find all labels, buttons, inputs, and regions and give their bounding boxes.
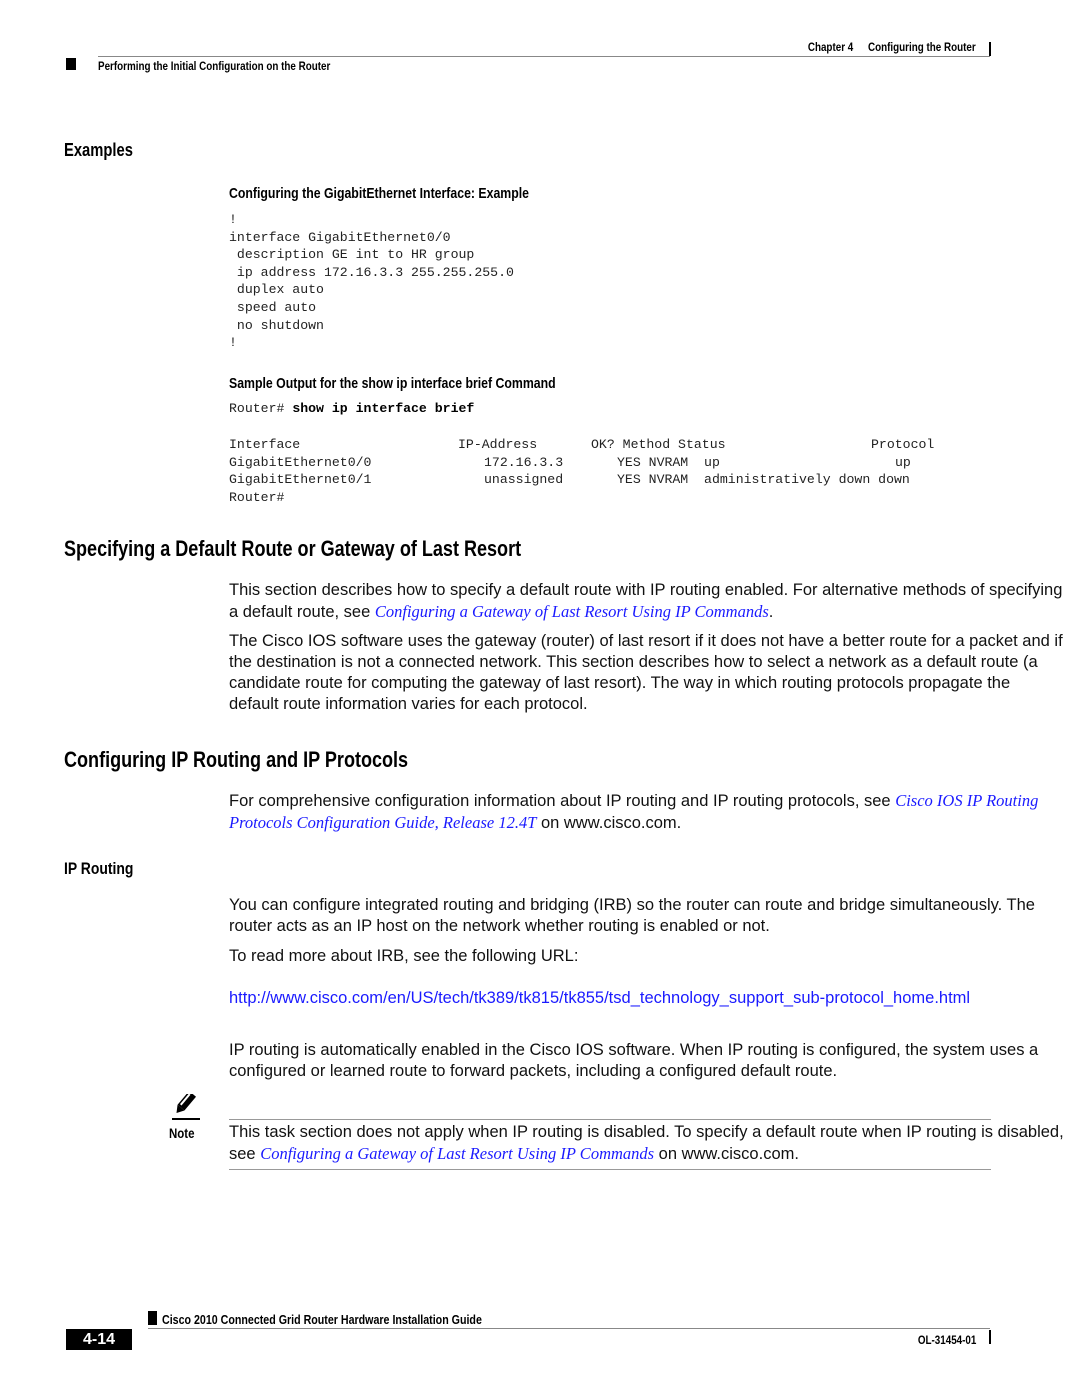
ip-routing-protocols-heading: Configuring IP Routing and IP Protocols — [64, 747, 409, 772]
paragraph-end: on www.cisco.com. — [536, 814, 682, 832]
paragraph-text: For comprehensive configuration informat… — [229, 792, 896, 810]
note-label: Note — [169, 1125, 195, 1141]
default-route-paragraph-1: This section describes how to specify a … — [229, 580, 1064, 623]
chapter-title: Configuring the Router — [868, 40, 976, 54]
default-route-paragraph-2: The Cisco IOS software uses the gateway … — [229, 632, 1063, 713]
header-rule — [98, 56, 990, 57]
footer-rule — [148, 1328, 990, 1329]
ip-routing-enabled-paragraph: IP routing is automatically enabled in t… — [229, 1041, 1039, 1080]
header-square-decoration — [66, 58, 76, 70]
show-command: show ip interface brief — [292, 401, 475, 416]
cell-ip-address: 172.16.3.3 — [484, 454, 564, 470]
default-route-heading: Specifying a Default Route or Gateway of… — [64, 536, 522, 561]
irb-paragraph: You can configure integrated routing and… — [229, 896, 1035, 935]
output-row: GigabitEthernet0/0 172.16.3.3 YES NVRAM … — [229, 454, 934, 472]
protocol-text: down — [878, 472, 910, 488]
note-gateway-link[interactable]: Configuring a Gateway of Last Resort Usi… — [260, 1144, 654, 1163]
irb-url-intro: To read more about IRB, see the followin… — [229, 947, 579, 965]
cell-interface: GigabitEthernet0/1 — [229, 472, 372, 488]
note-top-rule — [229, 1119, 991, 1120]
running-header-section: Performing the Initial Configuration on … — [98, 59, 331, 73]
page-number-badge: 4-14 — [66, 1329, 132, 1350]
examples-heading: Examples — [64, 140, 133, 160]
status-text: YES NVRAM administratively down — [617, 472, 871, 488]
footer-square-decoration — [148, 1311, 157, 1325]
pencil-note-icon — [172, 1094, 200, 1120]
chapter-label: Chapter 4 — [808, 40, 854, 54]
cell-ip-address: unassigned — [484, 472, 564, 488]
gateway-last-resort-link[interactable]: Configuring a Gateway of Last Resort Usi… — [375, 602, 769, 621]
footer-guide-title: Cisco 2010 Connected Grid Router Hardwar… — [162, 1312, 482, 1327]
running-header-chapter: Chapter 4 Configuring the Router — [808, 40, 976, 54]
cell-interface: GigabitEthernet0/0 — [229, 454, 372, 470]
footer-bar-decoration — [989, 1330, 991, 1344]
example2-command-line: Router# show ip interface brief — [229, 400, 474, 418]
col-protocol: Protocol — [871, 437, 935, 452]
example1-title: Configuring the GigabitEthernet Interfac… — [229, 185, 530, 202]
output-header-row: Interface IP-Address OK? Method Status P… — [229, 436, 934, 454]
interface-brief-output: Interface IP-Address OK? Method Status P… — [229, 436, 934, 506]
example2-title: Sample Output for the show ip interface … — [229, 375, 556, 392]
output-prompt-row: Router# — [229, 489, 934, 507]
col-ip-address: IP-Address — [458, 437, 538, 452]
note-end: on www.cisco.com. — [654, 1145, 799, 1163]
col-interface: Interface — [229, 437, 301, 452]
cell-ok-method-status: YES NVRAM administratively down down — [591, 471, 934, 489]
footer-doc-number: OL-31454-01 — [917, 1333, 976, 1347]
irb-url-paragraph: http://www.cisco.com/en/US/tech/tk389/tk… — [229, 988, 1054, 1009]
output-row: GigabitEthernet0/1 unassigned YES NVRAM … — [229, 471, 934, 489]
example1-code-block: ! interface GigabitEthernet0/0 descripti… — [229, 212, 514, 351]
paragraph-end: . — [768, 603, 774, 621]
router-prompt: Router# — [229, 401, 293, 416]
final-prompt: Router# — [229, 489, 285, 505]
ip-routing-subheading: IP Routing — [64, 859, 134, 878]
ip-routing-paragraph-1: For comprehensive configuration informat… — [229, 790, 1064, 834]
header-bar-decoration — [989, 42, 991, 56]
irb-url-link[interactable]: http://www.cisco.com/en/US/tech/tk389/tk… — [229, 989, 970, 1007]
cell-ok-method-status: YES NVRAM up — [617, 454, 720, 470]
note-bottom-rule — [229, 1169, 991, 1170]
col-ok-method-status: OK? Method Status — [591, 437, 726, 452]
note-text: This task section does not apply when IP… — [229, 1122, 1064, 1165]
cell-protocol: up — [895, 454, 911, 470]
